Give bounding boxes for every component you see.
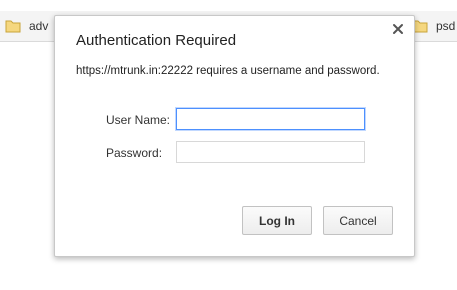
bookmark-label: adv [29,19,49,33]
bookmark-adv[interactable]: adv [5,18,48,34]
folder-icon [5,19,21,33]
username-input[interactable] [176,108,365,130]
bookmark-label: psd [436,19,456,33]
username-label: User Name: [106,113,171,127]
browser-page: adv psd Authentication Required https://… [0,0,457,290]
password-input[interactable] [176,141,365,163]
dialog-title: Authentication Required [76,32,237,49]
login-button[interactable]: Log In [242,206,312,235]
dialog-message: https://mtrunk.in:22222 requires a usern… [76,65,380,77]
password-label: Password: [106,146,163,160]
auth-dialog: Authentication Required https://mtrunk.i… [54,15,415,257]
close-icon[interactable] [390,21,406,37]
bookmark-psd[interactable]: psd [412,18,455,34]
cancel-button[interactable]: Cancel [323,206,393,235]
